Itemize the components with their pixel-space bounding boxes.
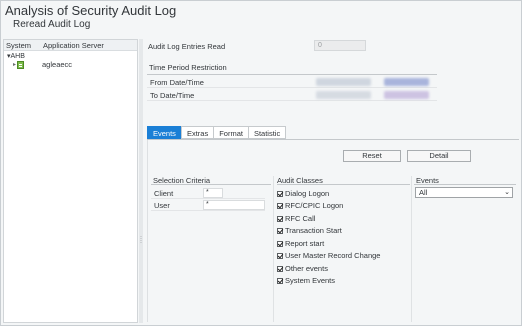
audit-class-dialog-logon[interactable]: Dialog Logon xyxy=(277,189,329,198)
audit-class-label: Dialog Logon xyxy=(285,189,330,198)
time-period-divider xyxy=(147,74,437,75)
entries-read-label: Audit Log Entries Read xyxy=(148,42,226,51)
audit-class-rfc-call[interactable]: RFC Call xyxy=(277,214,315,223)
tab-events[interactable]: Events xyxy=(147,126,181,139)
audit-class-label: Other events xyxy=(285,264,328,273)
tree-node-server-label: agleaecc xyxy=(42,60,73,69)
app-window: Analysis of Security Audit Log Reread Au… xyxy=(0,0,522,326)
from-time-field[interactable] xyxy=(384,78,429,86)
checkbox-icon[interactable] xyxy=(277,227,283,234)
to-time-field[interactable] xyxy=(384,91,429,99)
user-label: User xyxy=(154,201,170,210)
events-select[interactable]: All ⌄ xyxy=(415,187,513,198)
splitter-grip-icon[interactable]: · · · · xyxy=(139,234,143,246)
checkbox-icon[interactable] xyxy=(277,252,283,259)
checkbox-icon[interactable] xyxy=(277,202,283,209)
client-input[interactable]: * xyxy=(203,188,223,198)
checkbox-icon[interactable] xyxy=(277,190,283,197)
tree-col-application-server: Application Server xyxy=(43,41,104,50)
tab-statistic[interactable]: Statistic xyxy=(247,126,287,139)
audit-class-label: Transaction Start xyxy=(285,226,342,235)
collapse-arrow-icon: ▸ xyxy=(13,62,17,68)
selection-criteria-line xyxy=(151,184,271,185)
to-date-label: To Date/Time xyxy=(150,91,195,100)
time-period-title: Time Period Restriction xyxy=(149,63,227,72)
tab-strip: Events Extras Format Statistic xyxy=(147,126,287,139)
audit-class-label: RFC Call xyxy=(285,214,316,223)
detail-button[interactable]: Detail xyxy=(407,150,471,162)
audit-class-label: System Events xyxy=(285,276,336,285)
tree-col-system: System xyxy=(6,41,32,50)
client-label: Client xyxy=(154,189,174,198)
panel-splitter[interactable] xyxy=(139,39,143,323)
tab-extras[interactable]: Extras xyxy=(180,126,214,139)
checkbox-icon[interactable] xyxy=(277,240,283,247)
tree-node-system-label: AHB xyxy=(10,53,25,60)
audit-class-label: User Master Record Change xyxy=(285,251,381,260)
criteria-row-user: User * xyxy=(151,200,265,211)
reset-button[interactable]: Reset xyxy=(343,150,401,162)
tree-node-server[interactable]: ▸ agleaecc xyxy=(13,60,72,69)
checkbox-icon[interactable] xyxy=(277,277,283,284)
audit-class-user-master-record-change[interactable]: User Master Record Change xyxy=(277,251,380,260)
reread-audit-log-button[interactable]: Reread Audit Log xyxy=(13,19,90,30)
tree-node-system[interactable]: ▾AHB xyxy=(7,52,25,60)
from-date-field[interactable] xyxy=(316,78,371,86)
audit-class-other-events[interactable]: Other events xyxy=(277,264,328,273)
column-divider xyxy=(273,176,274,322)
tree-header: System Application Server xyxy=(4,40,137,51)
server-icon xyxy=(17,60,25,69)
checkbox-icon[interactable] xyxy=(277,215,283,222)
from-date-label: From Date/Time xyxy=(150,78,204,87)
to-date-field[interactable] xyxy=(316,91,371,99)
chevron-down-icon[interactable]: ⌄ xyxy=(504,188,510,197)
audit-class-label: Report start xyxy=(285,239,325,248)
audit-class-system-events[interactable]: System Events xyxy=(277,276,335,285)
events-line xyxy=(414,184,516,185)
audit-class-label: RFC/CPIC Logon xyxy=(285,201,344,210)
user-input[interactable]: * xyxy=(203,200,265,210)
criteria-row-client: Client * xyxy=(151,188,265,199)
entries-read-field: 0 xyxy=(314,40,366,51)
audit-class-rfc-cpic-logon[interactable]: RFC/CPIC Logon xyxy=(277,201,343,210)
checkbox-icon[interactable] xyxy=(277,265,283,272)
tab-format[interactable]: Format xyxy=(213,126,248,139)
audit-class-report-start[interactable]: Report start xyxy=(277,239,324,248)
audit-classes-line xyxy=(277,184,410,185)
column-divider-2 xyxy=(411,176,412,322)
system-tree-panel: System Application Server ▾AHB ▸ agleaec… xyxy=(3,39,138,323)
audit-class-transaction-start[interactable]: Transaction Start xyxy=(277,226,342,235)
events-select-value: All xyxy=(419,188,428,197)
window-title: Analysis of Security Audit Log xyxy=(5,3,177,18)
